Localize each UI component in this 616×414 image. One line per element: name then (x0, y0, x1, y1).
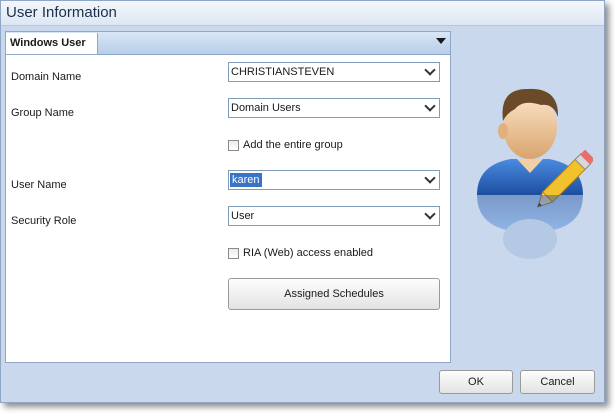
domain-name-value: CHRISTIANSTEVEN (231, 66, 335, 78)
add-entire-group-label: Add the entire group (243, 139, 343, 151)
group-name-label: Group Name (11, 107, 74, 119)
title-bar[interactable]: User Information (1, 1, 604, 26)
ria-access-label: RIA (Web) access enabled (243, 247, 374, 259)
security-role-label: Security Role (11, 215, 77, 227)
chevron-down-icon[interactable] (436, 38, 446, 44)
user-name-dropdown[interactable]: karen (228, 170, 440, 190)
tab-windows-user[interactable]: Windows User (6, 33, 98, 54)
security-role-value: User (231, 210, 255, 222)
cancel-button[interactable]: Cancel (520, 370, 595, 394)
windows-user-panel: Windows User Domain Name CHRISTIANSTEVEN… (5, 31, 451, 363)
user-information-dialog: User Information Windows User Domain Nam… (0, 0, 605, 403)
chevron-down-icon[interactable] (424, 100, 436, 112)
tab-strip: Windows User (6, 32, 450, 55)
chevron-down-icon[interactable] (424, 208, 436, 220)
user-edit-icon (477, 88, 593, 259)
add-entire-group-checkbox[interactable]: Add the entire group (228, 139, 343, 151)
domain-name-label: Domain Name (11, 71, 82, 83)
user-name-value[interactable]: karen (230, 173, 262, 187)
domain-name-dropdown[interactable]: CHRISTIANSTEVEN (228, 62, 440, 82)
ok-button[interactable]: OK (439, 370, 513, 394)
ria-access-checkbox[interactable]: RIA (Web) access enabled (228, 247, 373, 259)
group-name-value: Domain Users (231, 102, 301, 114)
checkbox-box[interactable] (228, 139, 239, 151)
chevron-down-icon[interactable] (424, 64, 436, 76)
window-title: User Information (6, 4, 117, 21)
assigned-schedules-button[interactable]: Assigned Schedules (228, 278, 440, 310)
group-name-dropdown[interactable]: Domain Users (228, 98, 440, 118)
user-name-label: User Name (11, 179, 67, 191)
security-role-dropdown[interactable]: User (228, 206, 440, 226)
chevron-down-icon[interactable] (424, 172, 436, 184)
checkbox-box[interactable] (228, 247, 239, 259)
